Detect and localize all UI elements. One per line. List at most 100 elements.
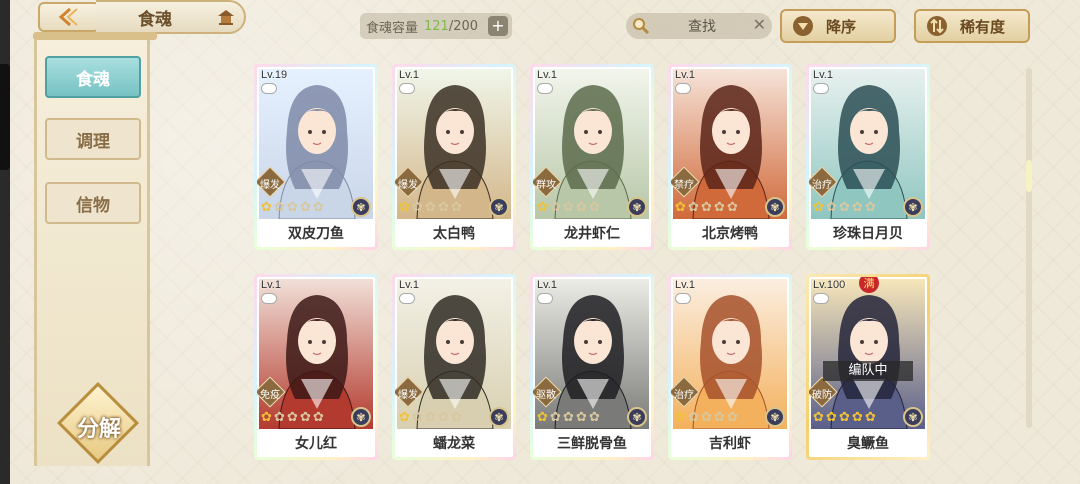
food-soul-card[interactable]: Lv.1 治疗 ✿ ✿ ✿ ✿ ✿ ✾ 珍珠日月贝: [806, 64, 930, 250]
tab-conditioning[interactable]: 调理: [45, 118, 141, 160]
sort-order-label: 降序: [826, 17, 857, 36]
card-level: Lv.1: [813, 69, 833, 81]
star-rating: ✿ ✿ ✿ ✿ ✿: [537, 411, 601, 425]
capacity-current: 121: [424, 18, 449, 34]
star-icon: ✿: [287, 200, 298, 215]
moon-flower-icon: ✾: [489, 407, 509, 427]
star-icon: ✿: [287, 410, 298, 425]
star-icon: ✿: [563, 410, 574, 425]
search-bar[interactable]: 查找 ✕: [626, 13, 772, 39]
star-icon: ✿: [438, 200, 449, 215]
role-label: 破防: [812, 390, 832, 401]
food-soul-card[interactable]: Lv.19 爆发 ✿ ✿ ✿ ✿ ✿ ✾ 双皮刀鱼: [254, 64, 378, 250]
moon-flower-icon: ✾: [627, 197, 647, 217]
search-clear-button[interactable]: ✕: [753, 15, 766, 34]
card-name: 北京烤鸭: [702, 226, 758, 242]
food-soul-card[interactable]: Lv.1 驱散 ✿ ✿ ✿ ✿ ✿ ✾ 三鲜脱骨鱼: [530, 274, 654, 460]
star-rating: ✿ ✿ ✿ ✿ ✿: [537, 201, 601, 215]
page-title-tab: 食魂: [96, 0, 246, 34]
food-soul-card[interactable]: Lv.1 免疫 ✿ ✿ ✿ ✿ ✿ ✾ 女儿红: [254, 274, 378, 460]
card-level: Lv.1: [675, 279, 695, 291]
star-icon: ✿: [813, 410, 824, 425]
star-icon: ✿: [261, 410, 272, 425]
card-level: Lv.1: [537, 279, 557, 291]
card-level: Lv.1: [675, 69, 695, 81]
back-button[interactable]: [38, 2, 100, 32]
food-soul-card[interactable]: Lv.1 爆发 ✿ ✿ ✿ ✿ ✿ ✾ 太白鸭: [392, 64, 516, 250]
screen-edge: [0, 0, 10, 484]
star-icon: ✿: [852, 410, 863, 425]
moon-flower-icon: ✾: [765, 407, 785, 427]
star-icon: ✿: [576, 200, 587, 215]
star-icon: ✿: [399, 200, 410, 215]
card-name: 太白鸭: [433, 226, 475, 242]
food-soul-card[interactable]: Lv.1 群攻 ✿ ✿ ✿ ✿ ✿ ✾ 龙井虾仁: [530, 64, 654, 250]
scroll-ornament: [33, 32, 157, 40]
card-name: 女儿红: [295, 436, 337, 452]
card-name: 臭鳜鱼: [847, 436, 889, 452]
card-name: 珍珠日月贝: [833, 226, 903, 242]
card-name: 双皮刀鱼: [288, 226, 344, 242]
decompose-button[interactable]: 分解: [56, 381, 141, 466]
sort-rarity-button[interactable]: 稀有度: [914, 9, 1030, 43]
star-icon: ✿: [576, 410, 587, 425]
star-icon: ✿: [451, 200, 462, 215]
level-badge-icon: [399, 293, 415, 304]
food-soul-card[interactable]: Lv.1 爆发 ✿ ✿ ✿ ✿ ✿ ✾ 蟠龙菜: [392, 274, 516, 460]
card-name: 三鲜脱骨鱼: [557, 436, 627, 452]
star-rating: ✿ ✿ ✿ ✿ ✿: [813, 201, 877, 215]
star-icon: ✿: [451, 410, 462, 425]
star-icon: ✿: [425, 200, 436, 215]
role-label: 治疗: [674, 390, 694, 401]
level-badge-icon: [675, 293, 691, 304]
moon-flower-icon: ✾: [903, 407, 923, 427]
moon-flower-icon: ✾: [765, 197, 785, 217]
pavilion-icon: [218, 10, 234, 25]
star-icon: ✿: [313, 410, 324, 425]
star-icon: ✿: [412, 200, 423, 215]
card-level: Lv.1: [399, 279, 419, 291]
star-icon: ✿: [852, 200, 863, 215]
level-badge-icon: [261, 83, 277, 94]
tab-label: 信物: [76, 195, 110, 216]
search-icon: [633, 18, 650, 35]
tab-food-soul[interactable]: 食魂: [45, 56, 141, 98]
sort-rarity-label: 稀有度: [960, 17, 1006, 36]
card-name: 龙井虾仁: [564, 226, 620, 242]
scrollbar-thumb[interactable]: [1026, 160, 1032, 192]
sort-order-button[interactable]: 降序: [780, 9, 896, 43]
role-label: 禁疗: [674, 180, 694, 191]
star-icon: ✿: [412, 410, 423, 425]
sort-swap-icon: [927, 16, 947, 36]
food-soul-card[interactable]: Lv.1 治疗 ✿ ✿ ✿ ✿ ✿ ✾ 吉利虾: [668, 274, 792, 460]
star-icon: ✿: [813, 200, 824, 215]
decompose-label: 分解: [76, 417, 121, 442]
star-icon: ✿: [826, 200, 837, 215]
star-icon: ✿: [826, 410, 837, 425]
capacity-max: /200: [448, 18, 479, 34]
moon-flower-icon: ✾: [351, 407, 371, 427]
capacity-label: 食魂容量: [366, 20, 419, 36]
star-icon: ✿: [675, 410, 686, 425]
food-soul-card[interactable]: Lv.100 破防 编队中 满 ✿ ✿ ✿ ✿ ✿ ✾ 臭鳜鱼: [806, 274, 930, 460]
level-badge-icon: [813, 83, 829, 94]
star-icon: ✿: [425, 410, 436, 425]
card-name: 蟠龙菜: [433, 436, 475, 452]
level-badge-icon: [537, 83, 553, 94]
tab-label: 调理: [76, 131, 110, 152]
star-icon: ✿: [714, 200, 725, 215]
star-icon: ✿: [537, 200, 548, 215]
star-icon: ✿: [589, 410, 600, 425]
tab-token[interactable]: 信物: [45, 182, 141, 224]
level-badge-icon: [675, 83, 691, 94]
star-icon: ✿: [537, 410, 548, 425]
star-icon: ✿: [261, 200, 272, 215]
star-icon: ✿: [727, 200, 738, 215]
food-soul-card[interactable]: Lv.1 禁疗 ✿ ✿ ✿ ✿ ✿ ✾ 北京烤鸭: [668, 64, 792, 250]
capacity-add-button[interactable]: +: [488, 16, 508, 36]
star-icon: ✿: [399, 410, 410, 425]
search-label: 查找: [688, 19, 716, 35]
role-label: 爆发: [260, 180, 280, 191]
scrollbar[interactable]: [1026, 68, 1032, 428]
star-icon: ✿: [701, 410, 712, 425]
